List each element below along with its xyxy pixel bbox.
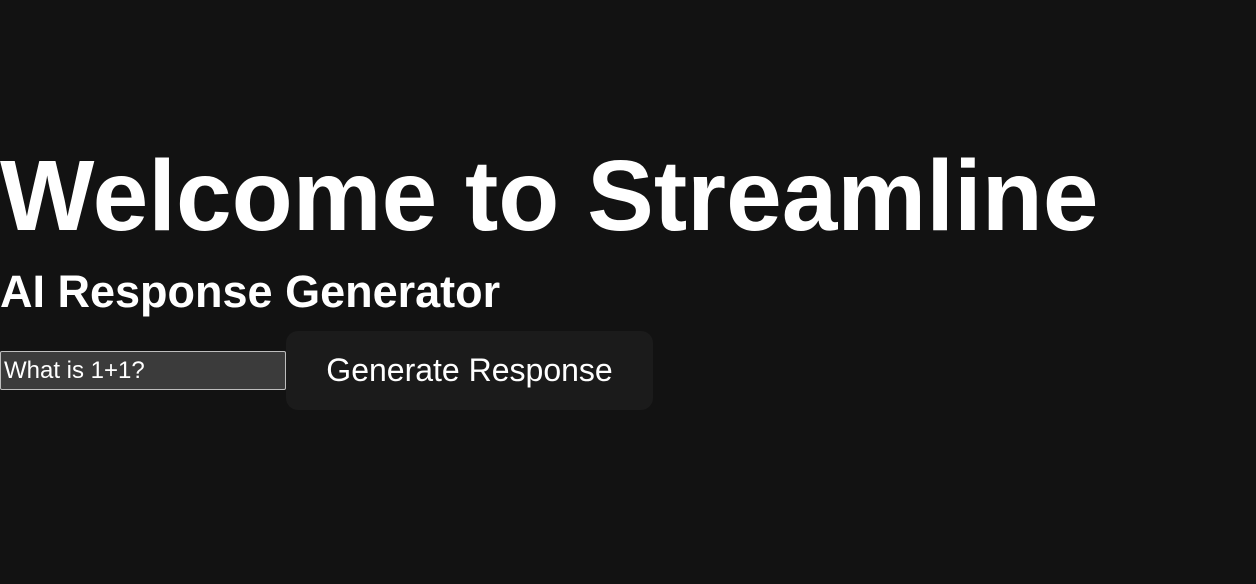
page-title: Welcome to Streamline xyxy=(0,140,1099,252)
prompt-input[interactable] xyxy=(0,351,286,390)
app-page: Welcome to Streamline AI Response Genera… xyxy=(0,0,1256,584)
page-subtitle: AI Response Generator xyxy=(0,266,501,317)
generate-response-button[interactable]: Generate Response xyxy=(286,331,653,410)
prompt-form: Generate Response xyxy=(0,331,653,410)
